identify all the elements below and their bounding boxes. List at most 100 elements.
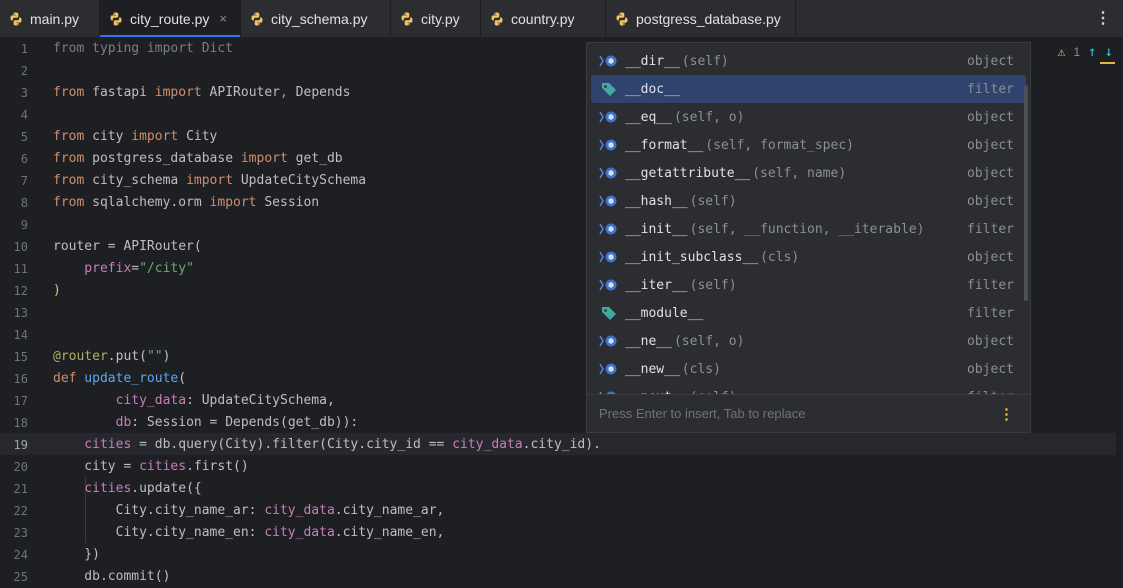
completion-item[interactable]: __iter__ (self) filter xyxy=(591,271,1026,299)
completion-item-args: (self) xyxy=(689,193,737,209)
completion-item-type: object xyxy=(967,361,1014,377)
code-line-25: db.commit() xyxy=(53,569,171,584)
completion-item-name: __module__ xyxy=(625,305,704,321)
python-file-icon xyxy=(399,11,421,27)
tab-label: city_route.py xyxy=(130,10,210,27)
line-number: 18 xyxy=(13,416,28,430)
line-number: 4 xyxy=(20,108,28,122)
completion-item-args: (self, o) xyxy=(673,109,745,125)
completion-hint: Press Enter to insert, Tab to replace xyxy=(599,406,806,421)
method-icon xyxy=(599,53,621,69)
completion-item[interactable]: __init__ (self, __function, __iterable) fi… xyxy=(591,215,1026,243)
python-file-icon xyxy=(614,11,636,27)
completion-item[interactable]: __doc__ filter xyxy=(591,75,1026,103)
line-number: 19 xyxy=(13,438,28,452)
close-tab-icon[interactable]: × xyxy=(219,11,227,26)
line-number: 13 xyxy=(13,306,28,320)
method-icon xyxy=(599,277,621,293)
completion-item-type: object xyxy=(967,249,1014,265)
completion-item[interactable]: __dir__ (self) object xyxy=(591,47,1026,75)
line-number: 16 xyxy=(13,372,28,386)
completion-item-type: filter xyxy=(967,305,1014,321)
completion-item-name: __getattribute__ xyxy=(625,165,751,181)
line-number: 17 xyxy=(13,394,28,408)
completion-item[interactable]: __module__ filter xyxy=(591,299,1026,327)
line-number: 8 xyxy=(20,196,28,210)
code-line-16: def update_route( xyxy=(53,371,187,386)
completion-item-type: object xyxy=(967,333,1014,349)
inspection-widget[interactable]: ⚠ 1 ↑ ↓ xyxy=(1058,44,1113,60)
code-line-18: db: Session = Depends(get_db)): xyxy=(53,415,359,430)
line-number: 14 xyxy=(13,328,28,342)
tab-label: country.py xyxy=(511,10,575,27)
line-number: 25 xyxy=(13,570,28,584)
line-number: 5 xyxy=(20,130,28,144)
code-line-17: city_data: UpdateCitySchema, xyxy=(53,393,335,408)
completion-item-name: __new__ xyxy=(625,361,680,377)
completion-item[interactable]: __getattribute__ (self, name) object xyxy=(591,159,1026,187)
completion-item-name: __doc__ xyxy=(625,81,680,97)
python-file-icon xyxy=(489,11,511,27)
completion-footer: Press Enter to insert, Tab to replace ⋮ xyxy=(587,394,1030,432)
code-line-11: prefix="/city" xyxy=(53,261,194,276)
code-completion-popup[interactable]: __dir__ (self) object __doc__ filter __eq__ (s… xyxy=(586,42,1031,433)
previous-highlight-icon[interactable]: ↑ xyxy=(1088,44,1096,60)
code-line-23: City.city_name_en: city_data.city_name_e… xyxy=(53,525,445,540)
tab-main-py[interactable]: main.py xyxy=(0,0,100,37)
code-line-22: City.city_name_ar: city_data.city_name_a… xyxy=(53,503,445,518)
tab-label: main.py xyxy=(30,10,80,27)
line-number: 22 xyxy=(13,504,28,518)
completion-item[interactable]: __init_subclass__ (cls) object xyxy=(591,243,1026,271)
code-line-10: router = APIRouter( xyxy=(53,239,202,254)
tab-label: city_schema.py xyxy=(271,10,368,27)
completion-scrollbar[interactable] xyxy=(1024,85,1028,301)
completion-item[interactable]: __ne__ (self, o) object xyxy=(591,327,1026,355)
code-line-20: city = cities.first() xyxy=(53,459,249,474)
code-line-8: from sqlalchemy.orm import Session xyxy=(53,195,320,210)
completion-item-name: __iter__ xyxy=(625,277,688,293)
tab-city_route-py[interactable]: city_route.py × xyxy=(100,0,241,37)
tab-city-py[interactable]: city.py xyxy=(391,0,481,37)
line-number: 24 xyxy=(13,548,28,562)
line-number: 11 xyxy=(13,262,28,276)
method-icon xyxy=(599,193,621,209)
line-number: 7 xyxy=(20,174,28,188)
completion-options-icon[interactable]: ⋮ xyxy=(999,405,1014,423)
field-tag-icon xyxy=(599,81,621,97)
code-line-12: ) xyxy=(53,283,61,298)
line-number: 3 xyxy=(20,86,28,100)
completion-item-name: __ne__ xyxy=(625,333,672,349)
next-highlight-icon[interactable]: ↓ xyxy=(1105,44,1113,60)
tab-label: city.py xyxy=(421,10,460,27)
method-icon xyxy=(599,221,621,237)
completion-item[interactable]: __new__ (cls) object xyxy=(591,355,1026,383)
line-number: 15 xyxy=(13,350,28,364)
completion-item-name: __hash__ xyxy=(625,193,688,209)
completion-item-name: __dir__ xyxy=(625,53,680,69)
tab-overflow-menu-icon[interactable]: ⋮ xyxy=(1095,8,1111,28)
code-line-7: from city_schema import UpdateCitySchema xyxy=(53,173,367,188)
tab-city_schema-py[interactable]: city_schema.py xyxy=(241,0,391,37)
completion-item-name: __init_subclass__ xyxy=(625,249,759,265)
method-icon xyxy=(599,109,621,125)
completion-item[interactable]: __eq__ (self, o) object xyxy=(591,103,1026,131)
warning-icon: ⚠ xyxy=(1057,44,1066,60)
code-line-19: cities = db.query(City).filter(City.city… xyxy=(53,437,601,452)
code-line-1: from typing import Dict xyxy=(53,41,234,56)
python-file-icon xyxy=(108,11,130,27)
line-number: 2 xyxy=(20,64,28,78)
completion-item-args: (self, o) xyxy=(673,333,745,349)
completion-item-type: object xyxy=(967,165,1014,181)
tab-postgress_database-py[interactable]: postgress_database.py xyxy=(606,0,796,37)
line-number: 20 xyxy=(13,460,28,474)
completion-item[interactable]: __hash__ (self) object xyxy=(591,187,1026,215)
completion-item-args: (cls) xyxy=(760,249,800,265)
tab-country-py[interactable]: country.py xyxy=(481,0,606,37)
completion-item-type: object xyxy=(967,193,1014,209)
completion-item-args: (self, __function, __iterable) xyxy=(689,221,925,237)
completion-item[interactable]: __format__ (self, format_spec) object xyxy=(591,131,1026,159)
line-number: 12 xyxy=(13,284,28,298)
warning-scroll-marker[interactable] xyxy=(1100,62,1115,64)
tab-label: postgress_database.py xyxy=(636,10,781,27)
line-number: 10 xyxy=(13,240,28,254)
